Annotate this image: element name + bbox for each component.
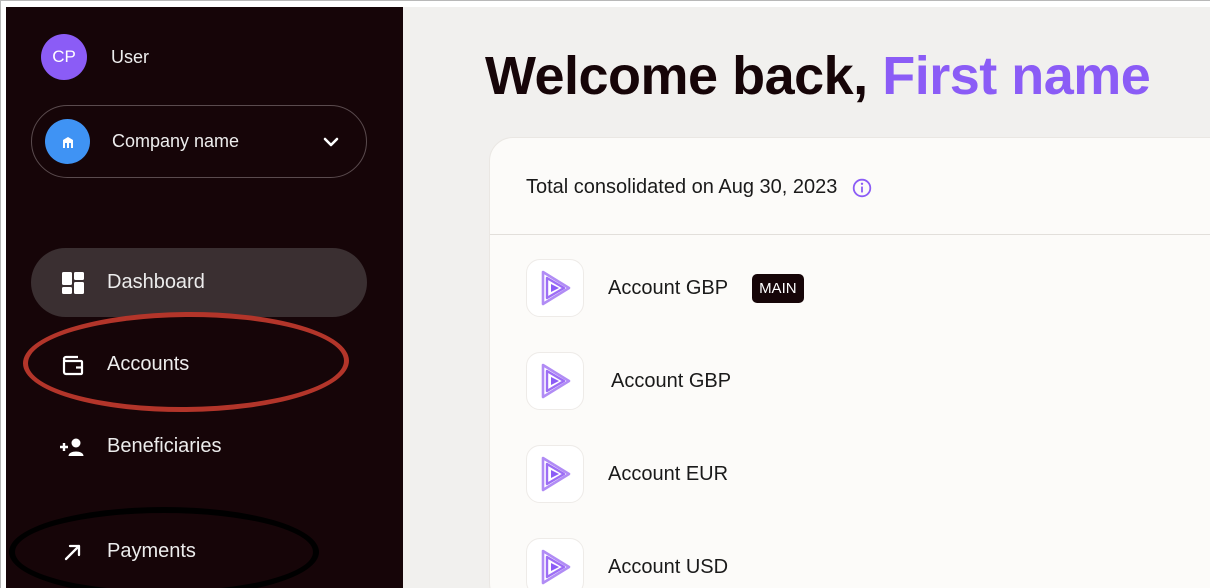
building-icon bbox=[45, 119, 90, 164]
account-label: Account USD bbox=[608, 555, 729, 578]
sidebar: CP User Company name Dashboard Accounts … bbox=[6, 7, 403, 588]
total-consolidated-label: Total consolidated on Aug 30, 2023 bbox=[526, 176, 838, 198]
arrow-up-right-icon bbox=[58, 537, 88, 567]
add-person-icon bbox=[58, 432, 88, 462]
brand-logo-icon bbox=[526, 352, 584, 410]
welcome-prefix: Welcome back, bbox=[485, 46, 868, 106]
account-label: Account EUR bbox=[608, 462, 729, 485]
account-row[interactable]: Account USD bbox=[526, 537, 728, 588]
divider bbox=[490, 234, 1210, 235]
main-badge: MAIN bbox=[752, 273, 804, 303]
nav-item-accounts[interactable]: Accounts bbox=[31, 330, 367, 399]
brand-logo-icon bbox=[526, 259, 584, 317]
nav-label-dashboard: Dashboard bbox=[107, 271, 205, 293]
account-label: Account GBP bbox=[608, 276, 729, 299]
account-row[interactable]: Account GBP bbox=[526, 351, 731, 411]
nav-item-dashboard[interactable]: Dashboard bbox=[31, 248, 367, 317]
info-icon[interactable] bbox=[851, 177, 873, 199]
total-consolidated-header: Total consolidated on Aug 30, 2023 bbox=[526, 176, 873, 199]
brand-logo-icon bbox=[526, 538, 584, 588]
chevron-down-icon[interactable] bbox=[320, 131, 342, 153]
accounts-card: Total consolidated on Aug 30, 2023 Accou… bbox=[489, 137, 1210, 588]
account-row[interactable]: Account GBP MAIN bbox=[526, 258, 804, 318]
nav-label-beneficiaries: Beneficiaries bbox=[107, 435, 222, 457]
company-switcher[interactable]: Company name bbox=[31, 105, 367, 178]
nav-item-beneficiaries[interactable]: Beneficiaries bbox=[31, 412, 367, 481]
dashboard-icon bbox=[58, 268, 88, 298]
avatar: CP bbox=[41, 34, 87, 80]
brand-logo-icon bbox=[526, 445, 584, 503]
main-content: Welcome back, First name Total consolida… bbox=[403, 7, 1210, 588]
wallet-icon bbox=[58, 350, 88, 380]
user-profile[interactable]: CP User bbox=[41, 34, 149, 80]
page-title: Welcome back, First name bbox=[485, 45, 1151, 107]
company-name: Company name bbox=[112, 131, 240, 151]
account-label: Account GBP bbox=[611, 369, 732, 392]
welcome-name: First name bbox=[882, 46, 1151, 106]
nav-label-payments: Payments bbox=[107, 540, 196, 562]
account-row[interactable]: Account EUR bbox=[526, 444, 728, 504]
nav-item-payments[interactable]: Payments bbox=[31, 517, 367, 586]
user-name: User bbox=[111, 46, 150, 67]
nav-label-accounts: Accounts bbox=[107, 353, 190, 375]
